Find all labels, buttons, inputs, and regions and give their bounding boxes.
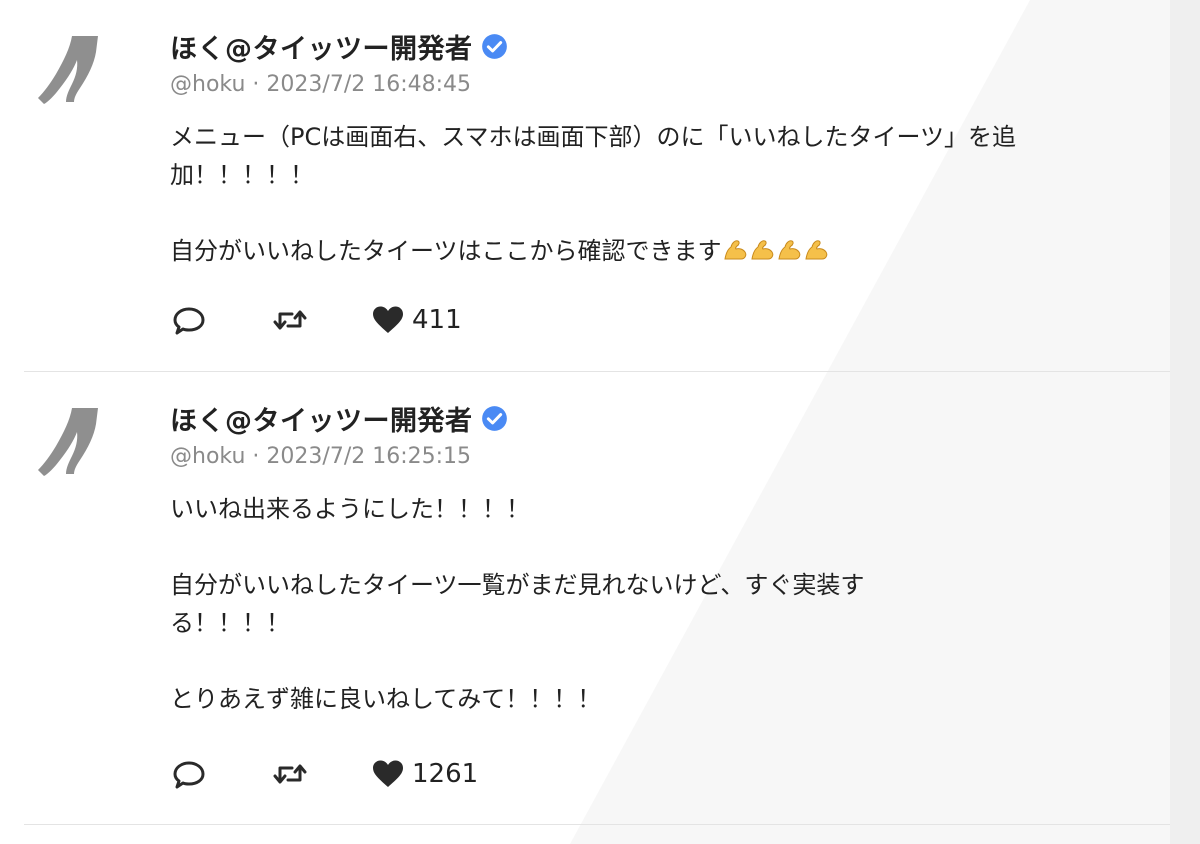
author-handle[interactable]: @hoku	[170, 72, 245, 97]
post-paragraph-spacer	[170, 528, 1050, 566]
like-button[interactable]: 411	[372, 305, 462, 335]
like-button[interactable]: 1261	[372, 759, 478, 789]
flexed-biceps-icon	[777, 240, 800, 260]
post-paragraph: 自分がいいねしたタイーツ一覧がまだ見れないけど、すぐ実装する！！！！	[170, 571, 865, 637]
meta-separator: ·	[252, 72, 260, 97]
tights-icon	[38, 408, 98, 476]
reply-button[interactable]	[172, 759, 272, 789]
post-item: ほく@タイッツー開発者 @hoku · 2023/7/2 16:48:45 メニ…	[0, 0, 1170, 372]
post-paragraph: いいね出来るようにした！！！！	[170, 495, 530, 523]
flexed-biceps-icon	[804, 240, 827, 260]
reply-icon	[173, 307, 205, 335]
post-paragraph: 自分がいいねしたタイーツはここから確認できます	[170, 232, 1050, 270]
post-header: ほく@タイッツー開発者	[170, 396, 508, 440]
post-paragraph-spacer	[170, 642, 1050, 680]
verified-badge-icon	[481, 405, 507, 431]
heart-icon	[373, 306, 403, 333]
post-paragraph-spacer	[170, 194, 1050, 232]
verified-badge-icon	[481, 33, 507, 59]
retweet-button[interactable]	[272, 759, 372, 789]
flexed-biceps-icon	[723, 240, 746, 260]
flexed-biceps-icon	[750, 240, 773, 260]
post-meta: @hoku · 2023/7/2 16:25:15	[170, 444, 471, 469]
post-body: いいね出来るようにした！！！！ 自分がいいねしたタイーツ一覧がまだ見れないけど、…	[170, 490, 1050, 718]
retweet-icon	[273, 764, 307, 784]
like-count: 1261	[412, 759, 479, 789]
post-paragraph: とりあえず雑に良いねしてみて！！！！	[170, 685, 602, 713]
retweet-button[interactable]	[272, 305, 372, 335]
retweet-icon	[273, 310, 307, 330]
like-count: 411	[412, 305, 462, 335]
post-actions: 411	[172, 300, 462, 340]
author-name[interactable]: ほく@タイッツー開発者	[170, 27, 473, 66]
post-divider	[24, 824, 1170, 825]
avatar[interactable]	[34, 404, 114, 484]
heart-icon	[373, 760, 403, 787]
post-body: メニュー（PCは画面右、スマホは画面下部）のに「いいねしたタイーツ」を追加！！！…	[170, 118, 1050, 270]
post-timestamp[interactable]: 2023/7/2 16:25:15	[266, 444, 471, 469]
timeline-feed: ほく@タイッツー開発者 @hoku · 2023/7/2 16:48:45 メニ…	[0, 0, 1170, 844]
emoji-group	[722, 237, 830, 265]
post-paragraph: メニュー（PCは画面右、スマホは画面下部）のに「いいねしたタイーツ」を追加！！！…	[170, 123, 1017, 189]
reply-button[interactable]	[172, 305, 272, 335]
post-actions: 1261	[172, 754, 478, 794]
reply-icon	[173, 761, 205, 789]
avatar[interactable]	[34, 32, 114, 112]
author-name[interactable]: ほく@タイッツー開発者	[170, 399, 473, 438]
post-meta: @hoku · 2023/7/2 16:48:45	[170, 72, 471, 97]
post-header: ほく@タイッツー開発者	[170, 24, 508, 68]
post-item: ほく@タイッツー開発者 @hoku · 2023/7/2 16:25:15 いい…	[0, 372, 1170, 825]
author-handle[interactable]: @hoku	[170, 444, 245, 469]
post-paragraph-text: 自分がいいねしたタイーツはここから確認できます	[170, 237, 722, 265]
post-timestamp[interactable]: 2023/7/2 16:48:45	[266, 72, 471, 97]
tights-icon	[38, 36, 98, 104]
meta-separator: ·	[252, 444, 260, 469]
